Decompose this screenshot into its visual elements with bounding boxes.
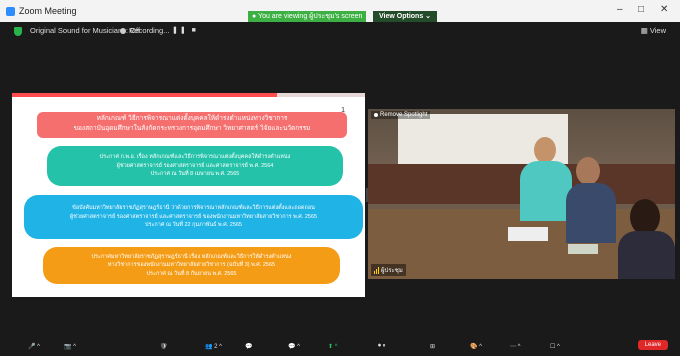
announcement-box-2: ข้อบังคับมหาวิทยาลัยราชภัฏสุราษฎร์ธานี ว…: [24, 195, 363, 239]
minimize-button[interactable]: –: [617, 4, 623, 15]
video-laptop: [568, 244, 598, 254]
app-title: Zoom Meeting: [6, 6, 77, 16]
participants-button[interactable]: 👥 2 ^: [205, 341, 222, 351]
security-button[interactable]: 🛡: [160, 341, 168, 351]
slide-progress-fill: [12, 93, 277, 97]
box-line: ประกาศ ณ วันที่ 8 เมษายน พ.ศ. 2565: [150, 171, 240, 178]
pause-stop-recording-icon[interactable]: ❚❚ ■: [172, 26, 198, 34]
box-line: ประกาศ ก.พ.อ. เรื่อง หลักเกณฑ์และวิธีการ…: [99, 154, 291, 161]
box-line: ข้อบังคับมหาวิทยาลัยราชภัฏสุราษฎร์ธานี ว…: [72, 205, 315, 212]
participant-name: ผู้ประชุม: [381, 268, 403, 274]
recording-indicator: Recording...: [120, 26, 169, 35]
more-button[interactable]: ⋯ ^: [510, 341, 520, 351]
box-line: ประกาศมหาวิทยาลัยราชภัฏสุราษฎร์ธานี เรื่…: [91, 253, 292, 260]
share-banner: ● You are viewing ผู้ประชุม's screen: [248, 11, 367, 22]
video-button[interactable]: 📷 ^: [64, 341, 76, 351]
chat-button[interactable]: 💬: [245, 341, 252, 351]
slide-progress: [12, 93, 365, 97]
leave-button[interactable]: Leave: [637, 340, 668, 350]
participant-name-tag: ผู้ประชุม: [371, 264, 406, 276]
person-head: [534, 137, 556, 163]
recording-label: Recording...: [129, 26, 170, 35]
security-shield-icon: [14, 27, 22, 36]
box-line: ทางวิชาการของพนักงานมหาวิทยาลัยสายวิชากา…: [107, 262, 276, 269]
window-title: Zoom Meeting: [19, 6, 77, 16]
meeting-toolbar: 🎤 ^ 📷 ^ 🛡 👥 2 ^ 💬 💬 ^ ⬆ ^ ⏺ ⏸ ⊞ 🎨 ^ ⋯ ^ …: [0, 336, 680, 356]
view-button[interactable]: ▦ View: [641, 26, 666, 35]
person-torso: [618, 231, 675, 279]
spotlight-label[interactable]: Remove Spotlight: [371, 111, 431, 119]
close-button[interactable]: ✕: [660, 4, 668, 15]
person-torso: [566, 183, 616, 243]
maximize-button[interactable]: □: [638, 4, 644, 15]
share-screen-button[interactable]: ⬆ ^: [328, 341, 338, 351]
notes-button[interactable]: ☐ ^: [550, 341, 560, 351]
person-head: [576, 157, 600, 185]
mute-button[interactable]: 🎤 ^: [28, 341, 40, 351]
announcement-box-1: ประกาศ ก.พ.อ. เรื่อง หลักเกณฑ์และวิธีการ…: [47, 146, 343, 186]
person-torso: [520, 161, 572, 221]
whiteboard-button[interactable]: 🎨 ^: [470, 341, 482, 351]
slide-title-line: ของสถาบันอุดมศึกษาในสังกัดกระทรวงการอุดม…: [73, 125, 311, 132]
audio-level-icon: [374, 266, 379, 274]
box-line: ประกาศ ณ วันที่ 8 กันยายน พ.ศ. 2565: [146, 270, 237, 277]
box-line: ผู้ช่วยศาสตราจารย์ รองศาสตราจารย์ และศาส…: [69, 213, 318, 220]
view-options-button[interactable]: View Options ⌄: [373, 11, 438, 22]
pin-icon: [374, 113, 378, 117]
spotlight-text: Remove Spotlight: [380, 112, 428, 118]
box-line: ผู้ช่วยศาสตราจารย์ รองศาสตราจารย์ และศาส…: [116, 162, 274, 169]
record-button[interactable]: ⏺ ⏸: [378, 341, 386, 351]
reactions-button[interactable]: 💬 ^: [288, 341, 300, 351]
box-line: ประกาศ ณ วันที่ 22 กุมภาพันธ์ พ.ศ. 2565: [145, 222, 242, 229]
apps-button[interactable]: ⊞: [430, 341, 435, 351]
slide-title-line: หลักเกณฑ์ วิธีการพิจารณาแต่งตั้งบุคคลให้…: [96, 115, 288, 122]
record-dot-icon: [120, 27, 126, 34]
video-papers: [508, 227, 548, 241]
person-head: [630, 199, 660, 235]
announcement-box-3: ประกาศมหาวิทยาลัยราชภัฏสุราษฎร์ธานี เรื่…: [43, 247, 340, 284]
slide-title: หลักเกณฑ์ วิธีการพิจารณาแต่งตั้งบุคคลให้…: [37, 112, 347, 138]
participant-video[interactable]: Remove Spotlight ผู้ประชุม: [368, 109, 675, 279]
shared-slide: 1 หลักเกณฑ์ วิธีการพิจารณาแต่งตั้งบุคคลใ…: [12, 93, 365, 297]
view-label: View: [649, 26, 666, 35]
zoom-logo-icon: [6, 6, 15, 16]
window-titlebar: Zoom Meeting ● You are viewing ผู้ประชุม…: [0, 0, 680, 22]
meeting-topbar: Original Sound for Musicians: Off Record…: [0, 22, 680, 42]
